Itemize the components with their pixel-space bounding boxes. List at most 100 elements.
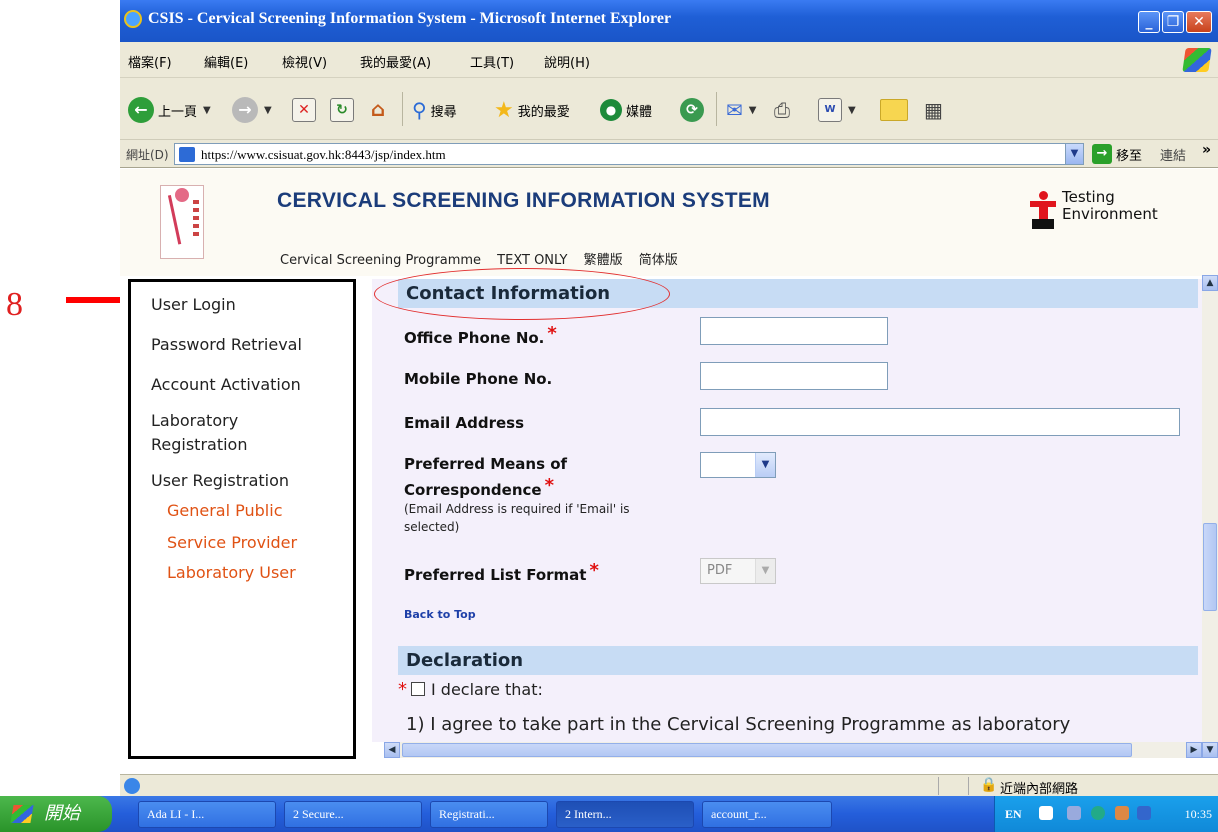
link-simplified-chinese[interactable]: 简体版 xyxy=(639,253,678,268)
media-icon: ● xyxy=(600,99,622,121)
refresh-icon: ↻ xyxy=(330,98,354,122)
scroll-right-button[interactable]: ▶ xyxy=(1186,742,1202,758)
taskbar-item-internet[interactable]: 2 Intern... xyxy=(556,801,694,828)
toolbar-separator xyxy=(402,92,403,126)
search-button[interactable]: ⚲ 搜尋 xyxy=(412,96,457,124)
mail-icon: ✉ xyxy=(726,98,743,122)
sidebar-subitem-laboratory-user[interactable]: Laboratory User xyxy=(167,562,296,584)
back-to-top-link[interactable]: Back to Top xyxy=(404,608,476,621)
link-text-only[interactable]: TEXT ONLY xyxy=(497,253,567,268)
sidebar-item-laboratory[interactable]: Laboratory xyxy=(151,410,238,432)
refresh-button[interactable]: ↻ xyxy=(330,96,354,124)
window-title: CSIS - Cervical Screening Information Sy… xyxy=(148,10,672,27)
figure-base xyxy=(1032,219,1054,229)
volume-icon[interactable] xyxy=(1115,806,1129,820)
media-button[interactable]: ● 媒體 xyxy=(600,96,652,124)
go-button[interactable]: → 移至 xyxy=(1092,143,1142,165)
start-label: 開始 xyxy=(44,803,80,824)
network-icon[interactable] xyxy=(1091,806,1105,820)
declaration-header: Declaration xyxy=(398,646,1198,675)
print-button[interactable]: ⎙ xyxy=(774,96,790,124)
link-traditional-chinese[interactable]: 繁體版 xyxy=(584,253,623,268)
sidebar-item-user-registration[interactable]: User Registration xyxy=(151,470,289,492)
sidebar-item-password-retrieval[interactable]: Password Retrieval xyxy=(151,334,302,356)
required-asterisk: * xyxy=(547,323,557,344)
form-content: Contact Information Office Phone No. * Mo… xyxy=(372,279,1202,742)
search-label: 搜尋 xyxy=(430,104,457,120)
menu-favorites[interactable]: 我的最愛(A) xyxy=(360,52,431,71)
scroll-up-button[interactable]: ▲ xyxy=(1202,275,1218,291)
security-zone[interactable]: 近端內部網路 xyxy=(1000,778,1078,797)
logo-characters xyxy=(193,200,199,240)
discuss-button[interactable] xyxy=(880,96,908,124)
taskbar-item-registration[interactable]: Registrati... xyxy=(430,801,548,828)
horizontal-scrollbar[interactable]: ◀ ▶ xyxy=(384,742,1202,758)
lock-icon[interactable]: 🔒 xyxy=(980,777,997,793)
sidebar-subitem-service-provider[interactable]: Service Provider xyxy=(167,532,297,554)
favorites-button[interactable]: ★ 我的最愛 xyxy=(494,96,570,124)
toolbar-more-button[interactable]: » xyxy=(1202,142,1211,158)
menu-file[interactable]: 檔案(F) xyxy=(128,52,172,71)
menu-view[interactable]: 檢視(V) xyxy=(282,52,327,71)
mobile-phone-input[interactable] xyxy=(700,362,888,390)
required-asterisk: * xyxy=(398,679,407,700)
help-icon[interactable] xyxy=(1039,806,1053,820)
status-bar: 🔒 近端內部網路 xyxy=(120,774,1218,797)
email-note-line2: selected) xyxy=(404,520,460,534)
vertical-scroll-thumb[interactable] xyxy=(1203,523,1217,611)
go-arrow-icon: → xyxy=(1092,144,1112,164)
menu-tools[interactable]: 工具(T) xyxy=(470,52,514,71)
media-label: 媒體 xyxy=(626,104,653,120)
browser-window: CSIS - Cervical Screening Information Sy… xyxy=(120,0,1218,832)
history-icon: ⟳ xyxy=(680,98,704,122)
stop-button[interactable]: ✕ xyxy=(292,96,316,124)
chevron-down-icon[interactable]: ▼ xyxy=(1065,144,1083,164)
page-done-icon xyxy=(124,778,140,794)
preferred-list-format-select[interactable]: PDF ▼ xyxy=(700,558,776,584)
link-cervical-screening-programme[interactable]: Cervical Screening Programme xyxy=(280,253,481,268)
forward-button[interactable]: → ▼ xyxy=(232,96,272,124)
mail-button[interactable]: ✉ ▼ xyxy=(726,96,756,124)
email-address-input[interactable] xyxy=(700,408,1180,436)
back-label: 上一頁 xyxy=(158,104,198,120)
research-button[interactable]: ▦ xyxy=(924,96,943,124)
sidebar-item-account-activation[interactable]: Account Activation xyxy=(151,374,301,396)
vertical-scrollbar[interactable]: ▲ ▼ xyxy=(1202,275,1218,758)
status-divider xyxy=(968,777,969,795)
back-button[interactable]: ← 上一頁 ▼ xyxy=(128,96,211,124)
start-button[interactable]: 開始 xyxy=(0,796,112,832)
research-icon: ▦ xyxy=(924,98,943,122)
antivirus-icon[interactable] xyxy=(1137,806,1151,820)
testing-environment-badge: Testing Environment xyxy=(1030,187,1210,229)
taskbar-item-secure[interactable]: 2 Secure... xyxy=(284,801,422,828)
taskbar-item-ada-li[interactable]: Ada LI - I... xyxy=(138,801,276,828)
scroll-down-button[interactable]: ▼ xyxy=(1202,742,1218,758)
office-phone-input[interactable] xyxy=(700,317,888,345)
address-input[interactable]: https://www.csisuat.gov.hk:8443/jsp/inde… xyxy=(174,143,1084,165)
sidebar-item-registration[interactable]: Registration xyxy=(151,434,247,456)
taskbar-item-account[interactable]: account_r... xyxy=(702,801,832,828)
programme-logo[interactable] xyxy=(160,185,204,259)
horizontal-scroll-thumb[interactable] xyxy=(402,743,1132,757)
email-address-label: Email Address xyxy=(404,414,525,432)
site-header: CERVICAL SCREENING INFORMATION SYSTEM Ce… xyxy=(120,169,1218,276)
sidebar-item-user-login[interactable]: User Login xyxy=(151,294,236,316)
chevron-down-icon: ▼ xyxy=(748,104,757,116)
declaration-checkbox[interactable] xyxy=(411,682,425,696)
home-icon: ⌂ xyxy=(370,97,386,121)
sidebar-subitem-general-public[interactable]: General Public xyxy=(167,500,283,522)
menu-edit[interactable]: 編輯(E) xyxy=(204,52,248,71)
links-button[interactable]: 連結 xyxy=(1160,145,1186,164)
maximize-button[interactable]: ❐ xyxy=(1162,11,1184,33)
close-button[interactable]: ✕ xyxy=(1186,11,1212,33)
scroll-left-button[interactable]: ◀ xyxy=(384,742,400,758)
menu-bar: 檔案(F) 編輯(E) 檢視(V) 我的最愛(A) 工具(T) 說明(H) xyxy=(120,42,1218,78)
ime-icon[interactable] xyxy=(1067,806,1081,820)
preferred-means-select[interactable]: ▼ xyxy=(700,452,776,478)
history-button[interactable]: ⟳ xyxy=(680,96,704,124)
home-button[interactable]: ⌂ xyxy=(366,96,390,124)
language-indicator[interactable]: EN xyxy=(1005,807,1022,822)
edit-button[interactable]: W ▼ xyxy=(818,96,856,124)
menu-help[interactable]: 說明(H) xyxy=(544,52,590,71)
minimize-button[interactable]: _ xyxy=(1138,11,1160,33)
